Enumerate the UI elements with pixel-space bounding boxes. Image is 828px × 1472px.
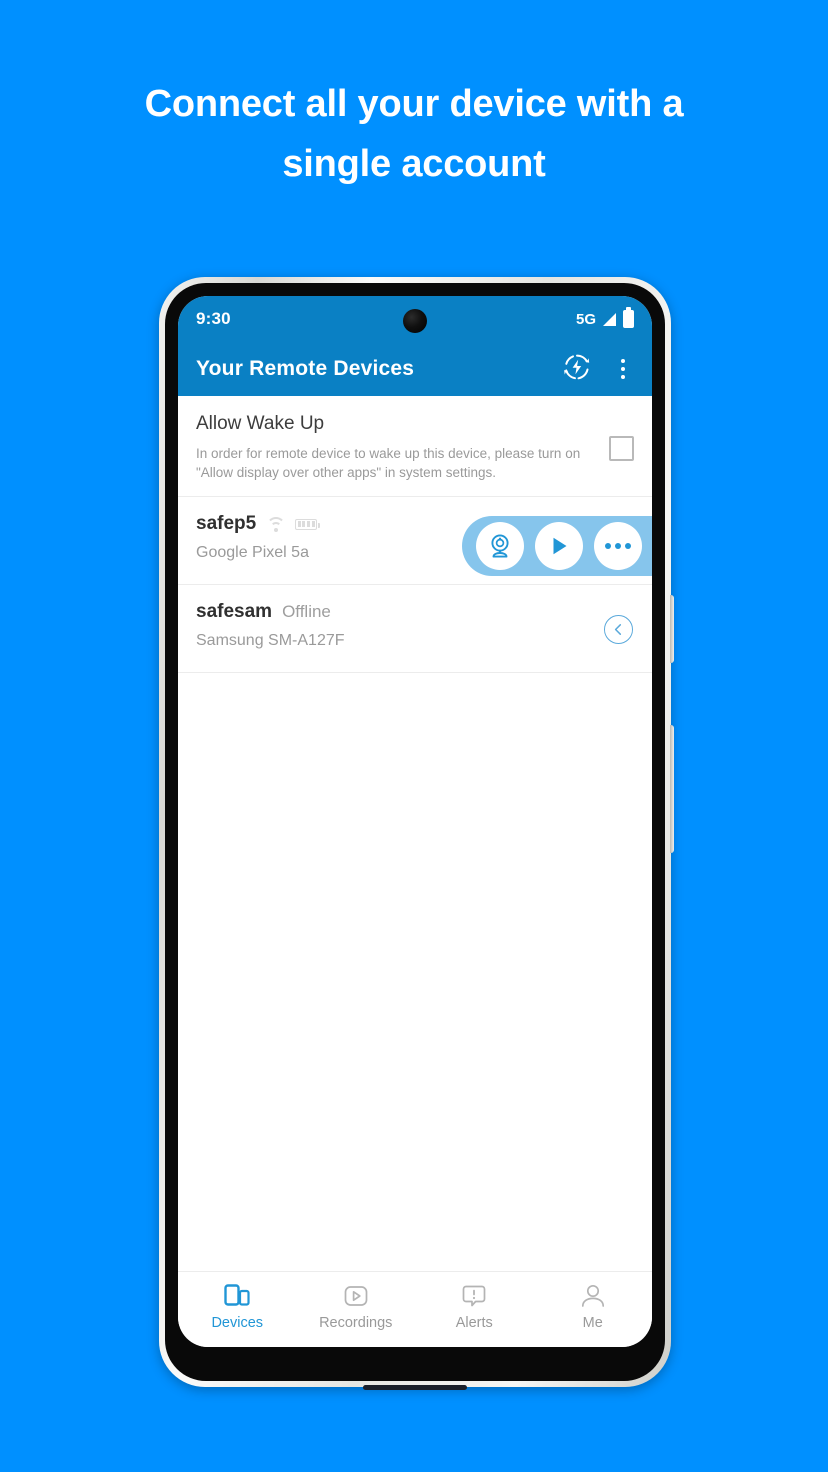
status-indicators: 5G bbox=[575, 307, 634, 328]
nav-item-me[interactable]: Me bbox=[534, 1272, 653, 1341]
network-type-label: 5G bbox=[575, 310, 596, 328]
allow-wake-up-section: Allow Wake Up In order for remote device… bbox=[178, 396, 652, 497]
status-time: 9:30 bbox=[196, 309, 231, 328]
page-headline: Connect all your device with a single ac… bbox=[144, 83, 684, 185]
device-model: Samsung SM-A127F bbox=[196, 632, 345, 649]
recordings-icon bbox=[343, 1283, 369, 1309]
allow-wake-up-checkbox[interactable] bbox=[609, 436, 634, 461]
allow-wake-up-description: In order for remote device to wake up th… bbox=[196, 446, 581, 480]
nav-label: Alerts bbox=[455, 1314, 493, 1331]
devices-icon bbox=[223, 1283, 251, 1309]
battery-icon bbox=[623, 307, 634, 328]
bottom-speaker-grille bbox=[363, 1385, 467, 1390]
webcam-button[interactable] bbox=[476, 522, 524, 570]
phone-screen: 9:30 5G Your Remote Devices Allow Wake U… bbox=[178, 296, 652, 1347]
device-header: safesam Offline bbox=[196, 601, 634, 623]
device-actions-pill bbox=[462, 516, 652, 576]
flash-refresh-icon[interactable] bbox=[562, 352, 592, 387]
phone-device-frame: 9:30 5G Your Remote Devices Allow Wake U… bbox=[159, 277, 674, 1390]
volume-button[interactable] bbox=[670, 725, 674, 853]
chevron-left-circle-icon[interactable] bbox=[604, 615, 633, 644]
more-dots-icon bbox=[605, 543, 631, 549]
nav-label: Recordings bbox=[319, 1314, 393, 1331]
status-bar: 9:30 5G bbox=[178, 296, 652, 342]
kebab-menu-icon[interactable] bbox=[612, 356, 634, 382]
app-bar: Your Remote Devices bbox=[178, 342, 652, 396]
allow-wake-up-texts: Allow Wake Up In order for remote device… bbox=[196, 412, 609, 482]
nav-item-recordings[interactable]: Recordings bbox=[297, 1272, 416, 1341]
status-badge: Offline bbox=[282, 602, 331, 621]
page-title: Your Remote Devices bbox=[196, 357, 415, 380]
wifi-icon bbox=[266, 516, 286, 532]
signal-triangle-icon bbox=[603, 312, 616, 326]
nav-label: Devices bbox=[211, 1314, 264, 1331]
nav-item-alerts[interactable]: Alerts bbox=[415, 1272, 534, 1341]
device-list-empty-area bbox=[178, 673, 652, 1271]
play-button[interactable] bbox=[535, 522, 583, 570]
nav-item-devices[interactable]: Devices bbox=[178, 1272, 297, 1341]
device-list-item[interactable]: safep5 Google Pixel 5a bbox=[178, 497, 652, 585]
nav-label: Me bbox=[582, 1314, 603, 1331]
front-camera-punch-hole-icon bbox=[403, 309, 427, 333]
device-name: safep5 bbox=[196, 513, 257, 534]
bottom-navigation: Devices Recordings Alerts Me bbox=[178, 1271, 652, 1347]
more-button[interactable] bbox=[594, 522, 642, 570]
app-bar-actions bbox=[562, 352, 634, 387]
phone-bezel: 9:30 5G Your Remote Devices Allow Wake U… bbox=[165, 283, 665, 1381]
device-list-item[interactable]: safesam Offline Samsung SM-A127F bbox=[178, 585, 652, 673]
device-name: safesam bbox=[196, 601, 273, 622]
allow-wake-up-title: Allow Wake Up bbox=[196, 413, 325, 434]
profile-icon bbox=[580, 1283, 606, 1309]
alerts-icon bbox=[461, 1283, 487, 1309]
power-button[interactable] bbox=[670, 595, 674, 663]
battery-small-icon bbox=[295, 518, 320, 530]
